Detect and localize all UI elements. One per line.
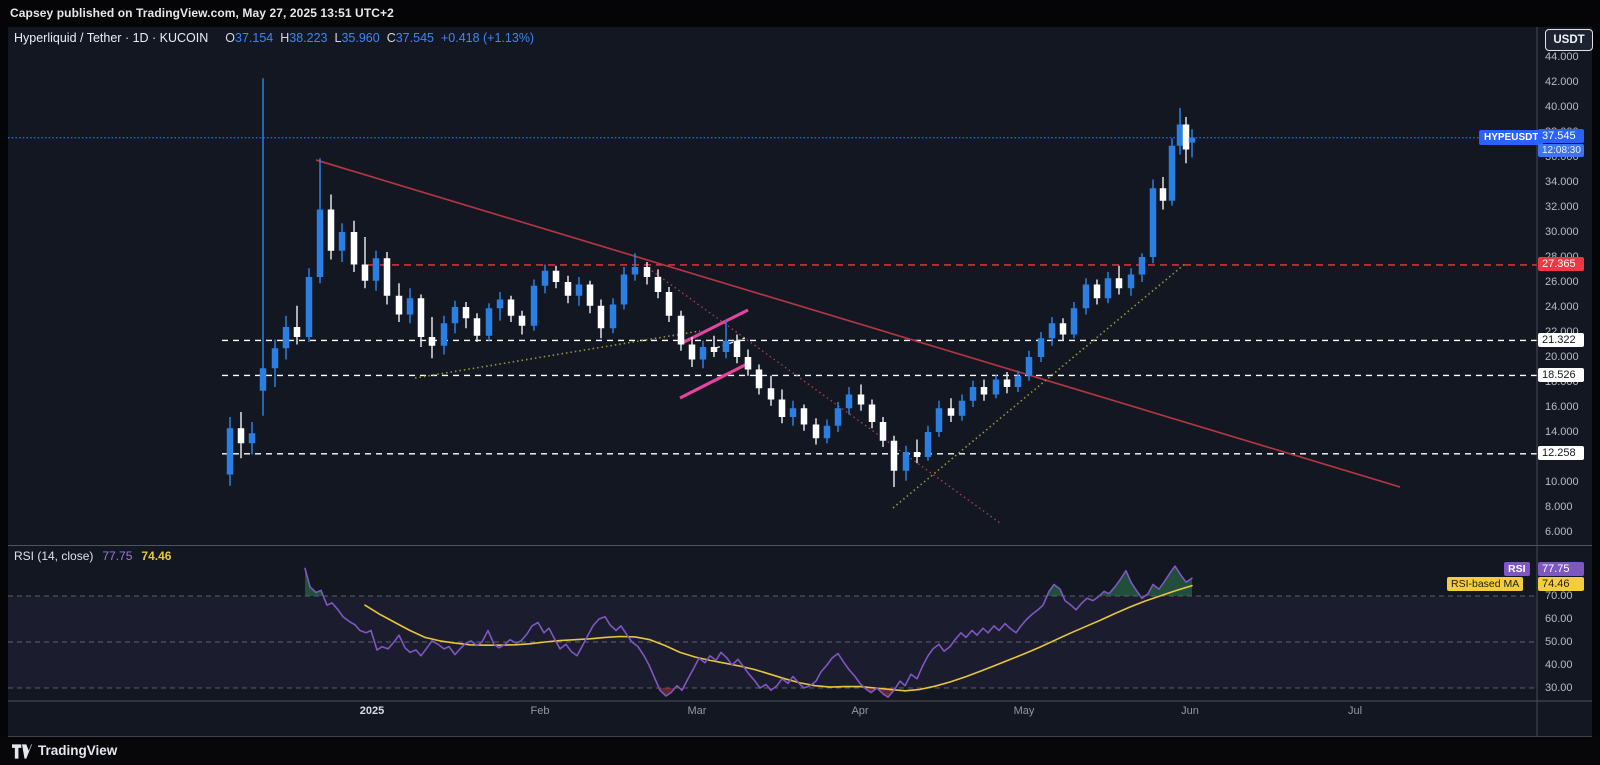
rsi-legend-value: 77.75: [102, 549, 133, 563]
rsi-axis-label: 40.00: [1545, 658, 1573, 671]
open-value: 37.154: [235, 31, 274, 45]
symbol-legend: Hyperliquid / Tether · 1D · KUCOIN O37.15…: [14, 31, 534, 45]
bar-countdown-label: 12:08:30: [1538, 144, 1584, 158]
price-level-label: 12.258: [1538, 446, 1584, 461]
time-axis-label: Mar: [687, 705, 707, 717]
price-level-label: 27.365: [1538, 257, 1584, 272]
close-label: C: [386, 31, 396, 45]
rsi-axis-label: 70.00: [1545, 589, 1573, 602]
footer-bar: TradingView: [0, 737, 1600, 765]
high-value: 38.223: [289, 31, 328, 45]
published-chart-page: Capsey published on TradingView.com, May…: [0, 0, 1600, 765]
symbol-title: Hyperliquid / Tether · 1D · KUCOIN: [14, 31, 209, 45]
rsi-value-label: 77.75: [1538, 562, 1584, 576]
price-axis-label: 42.000: [1545, 75, 1579, 88]
time-axis-label: Jul: [1347, 705, 1363, 717]
open-label: O: [225, 31, 236, 45]
high-label: H: [280, 31, 290, 45]
price-axis-label: 32.000: [1545, 200, 1579, 213]
price-axis-label: 10.000: [1545, 475, 1579, 488]
publish-info-text: Capsey published on TradingView.com, May…: [10, 6, 394, 20]
currency-toggle-button[interactable]: USDT: [1545, 29, 1593, 51]
price-axis-label: 34.000: [1545, 175, 1579, 188]
rsi-axis-label: 60.00: [1545, 612, 1573, 625]
price-axis-label: 24.000: [1545, 300, 1579, 313]
last-price-label: 37.545: [1538, 129, 1584, 144]
time-axis-label: Feb: [530, 705, 550, 717]
change-value: +0.418 (+1.13%): [440, 31, 535, 45]
rsi-legend: RSI (14, close) 77.75 74.46: [14, 549, 171, 563]
time-axis-label: Jun: [1181, 705, 1199, 717]
price-axis-label: 44.000: [1545, 50, 1579, 63]
price-axis-label: 20.000: [1545, 350, 1579, 363]
tradingview-logo-icon[interactable]: [12, 744, 32, 759]
symbol-price-flag: HYPEUSDT: [1479, 130, 1544, 146]
price-axis-label: 40.000: [1545, 100, 1579, 113]
price-level-label: 21.322: [1538, 332, 1584, 347]
rsi-legend-title: RSI (14, close): [14, 549, 94, 563]
rsi-ma-flag: RSI-based MA: [1447, 577, 1524, 591]
publish-info-bar: Capsey published on TradingView.com, May…: [0, 0, 1600, 27]
low-value: 35.960: [341, 31, 380, 45]
chart-widget[interactable]: [8, 27, 1592, 737]
tradingview-wordmark[interactable]: TradingView: [38, 743, 117, 758]
time-axis-label: Apr: [851, 705, 869, 717]
price-level-label: 18.526: [1538, 367, 1584, 382]
rsi-axis-label: 50.00: [1545, 635, 1573, 648]
rsi-axis-label: 30.00: [1545, 681, 1573, 694]
price-axis-label: 6.000: [1545, 525, 1573, 538]
rsi-ma-legend-value: 74.46: [141, 549, 172, 563]
rsi-ma-value-label: 74.46: [1538, 577, 1584, 591]
close-value: 37.545: [395, 31, 434, 45]
price-axis-label: 16.000: [1545, 400, 1579, 413]
rsi-flag: RSI: [1504, 562, 1530, 576]
time-axis-label: 2025: [359, 705, 385, 717]
price-axis-label: 26.000: [1545, 275, 1579, 288]
price-axis-label: 30.000: [1545, 225, 1579, 238]
price-axis-label: 8.000: [1545, 500, 1573, 513]
price-axis-label: 14.000: [1545, 425, 1579, 438]
time-axis-label: May: [1013, 705, 1035, 717]
